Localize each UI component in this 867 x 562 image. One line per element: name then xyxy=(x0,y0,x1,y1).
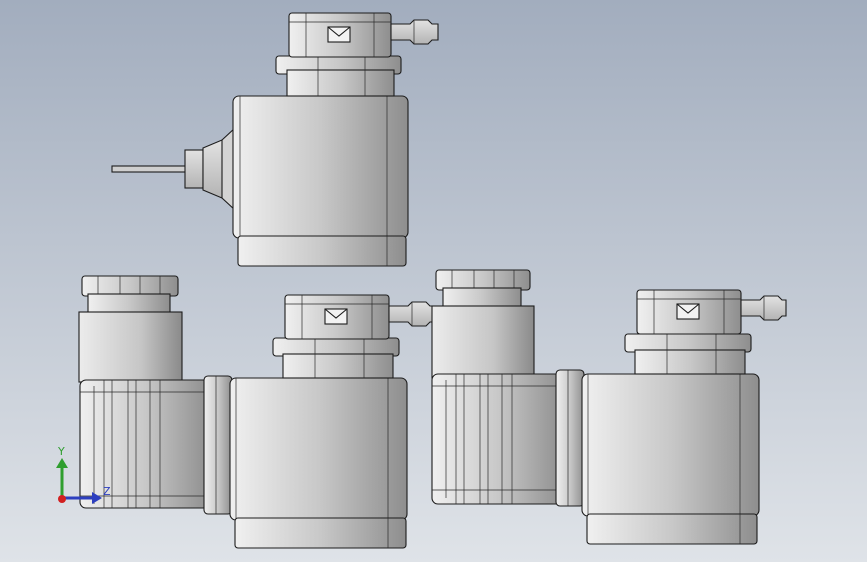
coil-body xyxy=(581,373,760,517)
coil-cylinder xyxy=(78,311,183,383)
z-axis-label: Z xyxy=(103,485,111,498)
adjust-knob xyxy=(435,269,531,291)
coil-cylinder xyxy=(431,305,535,379)
coil-base xyxy=(234,517,407,549)
coil-base xyxy=(237,235,407,267)
lead-wire xyxy=(111,165,191,173)
ribbed-barrel xyxy=(431,373,565,505)
y-axis-label: Y xyxy=(57,445,65,458)
connector-envelope-icon xyxy=(327,26,351,43)
connector-envelope-icon xyxy=(676,303,700,320)
coil-body xyxy=(229,377,408,521)
x-axis-dot xyxy=(58,495,66,503)
connector-envelope-icon xyxy=(324,308,348,325)
ribbed-barrel xyxy=(79,379,211,509)
coil-base xyxy=(586,513,758,545)
adjust-knob xyxy=(81,275,179,297)
cad-viewport[interactable]: Y Z xyxy=(0,0,867,562)
coil-body xyxy=(232,95,409,239)
cad-drawing: Y Z xyxy=(0,0,867,562)
